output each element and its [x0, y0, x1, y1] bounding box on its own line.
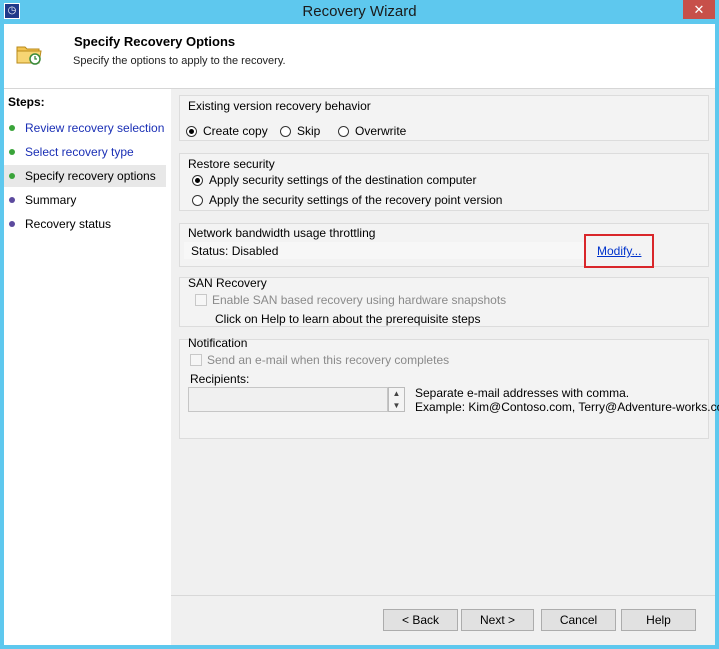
options-content: Existing version recovery behavior Creat…: [171, 89, 719, 645]
step-specify-recovery-options[interactable]: Specify recovery options: [4, 165, 166, 187]
apply-recovery-point-security-radio[interactable]: [192, 195, 203, 206]
close-button[interactable]: ✕: [683, 0, 715, 19]
steps-panel: Steps: Review recovery selection Select …: [4, 89, 171, 645]
notification-label: Notification: [188, 336, 248, 350]
existing-version-label: Existing version recovery behavior: [188, 99, 371, 113]
step-label: Review recovery selection: [25, 121, 165, 135]
step-label: Select recovery type: [25, 145, 134, 159]
help-button[interactable]: Help: [621, 609, 696, 631]
step-label: Summary: [25, 193, 77, 207]
recipients-hint-2: Example: Kim@Contoso.com, Terry@Adventur…: [415, 400, 719, 414]
restore-security-label: Restore security: [188, 157, 275, 171]
apply-destination-security-label[interactable]: Apply security settings of the destinati…: [209, 173, 476, 187]
page-subtitle: Specify the options to apply to the reco…: [73, 55, 286, 67]
bandwidth-throttling-label: Network bandwidth usage throttling: [188, 226, 376, 240]
restore-security-group: Restore security Apply security settings…: [179, 153, 709, 211]
step-recovery-status: Recovery status: [4, 213, 166, 235]
apply-destination-security-radio[interactable]: [192, 175, 203, 186]
step-label: Specify recovery options: [25, 169, 156, 183]
step-status-dot-icon: [9, 125, 15, 131]
folder-recovery-icon: [16, 46, 42, 65]
footer-separator: [171, 595, 715, 596]
step-status-dot-icon: [9, 173, 15, 179]
scroll-up-icon[interactable]: ▲: [389, 388, 404, 399]
step-select-recovery-type[interactable]: Select recovery type: [4, 141, 166, 163]
san-help-text: Click on Help to learn about the prerequ…: [215, 312, 481, 326]
step-status-dot-icon: [9, 197, 15, 203]
next-button[interactable]: Next >: [461, 609, 534, 631]
enable-san-label[interactable]: Enable SAN based recovery using hardware…: [212, 293, 506, 307]
create-copy-radio[interactable]: [186, 126, 197, 137]
recipients-input[interactable]: [188, 387, 388, 412]
send-email-label[interactable]: Send an e-mail when this recovery comple…: [207, 353, 449, 367]
steps-title: Steps:: [8, 95, 45, 109]
skip-label[interactable]: Skip: [297, 124, 320, 138]
window-title: Recovery Wizard: [302, 3, 417, 20]
step-status-dot-icon: [9, 149, 15, 155]
step-summary: Summary: [4, 189, 166, 211]
step-label: Recovery status: [25, 217, 112, 231]
back-button[interactable]: < Back: [383, 609, 458, 631]
wizard-header: Specify Recovery Options Specify the opt…: [4, 24, 715, 89]
recipients-label: Recipients:: [190, 372, 250, 386]
step-status-dot-icon: [9, 221, 15, 227]
existing-version-group: Existing version recovery behavior Creat…: [179, 95, 709, 141]
recipients-hint-1: Separate e-mail addresses with comma.: [415, 386, 630, 400]
bandwidth-status-text: Status: Disabled: [191, 244, 279, 258]
overwrite-radio[interactable]: [338, 126, 349, 137]
scroll-down-icon[interactable]: ▼: [389, 400, 404, 411]
modify-link-highlight: [584, 234, 654, 268]
notification-group: Notification Send an e-mail when this re…: [179, 336, 719, 439]
create-copy-label[interactable]: Create copy: [203, 124, 268, 138]
skip-radio[interactable]: [280, 126, 291, 137]
overwrite-label[interactable]: Overwrite: [355, 124, 406, 138]
step-review-recovery-selection[interactable]: Review recovery selection: [4, 117, 166, 139]
cancel-button[interactable]: Cancel: [541, 609, 616, 631]
page-title: Specify Recovery Options: [74, 34, 236, 49]
san-recovery-group: SAN Recovery Enable SAN based recovery u…: [179, 276, 709, 327]
enable-san-checkbox[interactable]: [195, 294, 207, 306]
send-email-checkbox[interactable]: [190, 354, 202, 366]
recipients-scrollbar[interactable]: ▲ ▼: [388, 387, 405, 412]
san-recovery-label: SAN Recovery: [188, 276, 267, 290]
apply-recovery-point-security-label[interactable]: Apply the security settings of the recov…: [209, 193, 502, 207]
